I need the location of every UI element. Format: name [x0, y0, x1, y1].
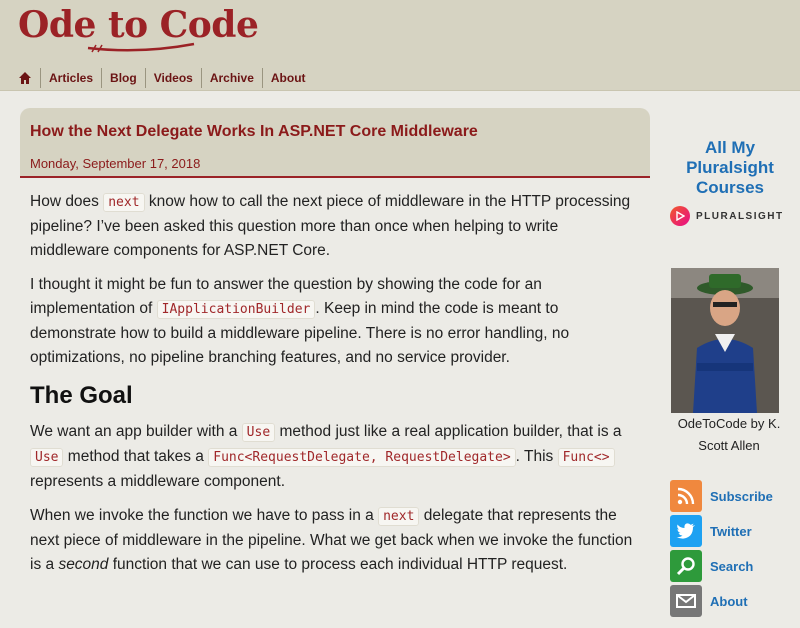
section-heading: The Goal [30, 382, 133, 409]
text: represents a middleware component. [30, 473, 286, 490]
article-header: How the Next Delegate Works In ASP.NET C… [20, 108, 650, 178]
nav-item-blog[interactable]: Blog [102, 67, 145, 89]
paragraph: I thought it might be fun to answer the … [30, 273, 640, 370]
pluralsight-brand-label: PLURALSIGHT [696, 210, 784, 222]
text: method that takes a [63, 448, 209, 465]
search-link[interactable]: Search [670, 550, 800, 582]
rss-icon [670, 480, 702, 512]
subscribe-label: Subscribe [710, 488, 773, 504]
text: . This [515, 448, 558, 465]
inline-code: next [103, 193, 145, 212]
inline-code: Func<> [557, 448, 615, 467]
nav-item-about[interactable]: About [263, 67, 314, 89]
sidebar: All My Pluralsight Courses PLURALSIGHT O… [660, 90, 800, 617]
pluralsight-brand[interactable]: PLURALSIGHT [670, 206, 784, 226]
text: function that we can use to process each… [108, 556, 568, 573]
inline-code: next [378, 507, 420, 526]
twitter-icon [670, 515, 702, 547]
logo-swoosh-icon [87, 42, 195, 53]
twitter-label: Twitter [710, 523, 752, 539]
paragraph: How does next know how to call the next … [30, 190, 640, 263]
article-body: How does next know how to call the next … [20, 178, 650, 577]
text: When we invoke the function we have to p… [30, 507, 379, 524]
inline-code: Use [241, 423, 276, 442]
text: We want an app builder with a [30, 423, 242, 440]
paragraph: When we invoke the function we have to p… [30, 504, 640, 577]
about-link[interactable]: About [670, 585, 800, 617]
nav-item-archive[interactable]: Archive [202, 67, 262, 89]
text: method just like a real application buil… [275, 423, 622, 440]
nav-item-videos[interactable]: Videos [146, 67, 201, 89]
article-title[interactable]: How the Next Delegate Works In ASP.NET C… [30, 123, 478, 141]
mail-icon [670, 585, 702, 617]
pluralsight-line: Courses [695, 178, 765, 197]
about-label: About [710, 593, 748, 609]
twitter-link[interactable]: Twitter [670, 515, 800, 547]
author-photo-image [671, 268, 779, 413]
subscribe-link[interactable]: Subscribe [670, 480, 800, 512]
pluralsight-line: All My [704, 138, 756, 157]
search-icon [670, 550, 702, 582]
nav-item-articles[interactable]: Articles [41, 67, 101, 89]
pluralsight-line: Pluralsight [686, 158, 774, 177]
search-label: Search [710, 558, 754, 574]
pluralsight-logo-icon [670, 206, 690, 226]
emphasis: second [58, 556, 109, 573]
inline-code: Func<RequestDelegate, RequestDelegate> [208, 448, 516, 467]
inline-code: IApplicationBuilder [156, 300, 316, 319]
text: How does [30, 193, 104, 210]
nav-home[interactable] [10, 67, 40, 89]
main-nav: Articles Blog Videos Archive About [10, 66, 314, 90]
home-icon [19, 72, 31, 84]
paragraph: We want an app builder with a Use method… [30, 420, 640, 494]
article-card: How the Next Delegate Works In ASP.NET C… [20, 108, 650, 628]
site-header: Ode to Code Articles Blog Videos Archive… [0, 0, 800, 91]
article-date: Monday, September 17, 2018 [30, 156, 201, 171]
author-photo [671, 268, 779, 413]
inline-code: Use [30, 448, 64, 467]
author-caption: OdeToCode by K. Scott Allen [677, 416, 781, 453]
pluralsight-courses-link[interactable]: All My Pluralsight Courses [660, 138, 800, 198]
